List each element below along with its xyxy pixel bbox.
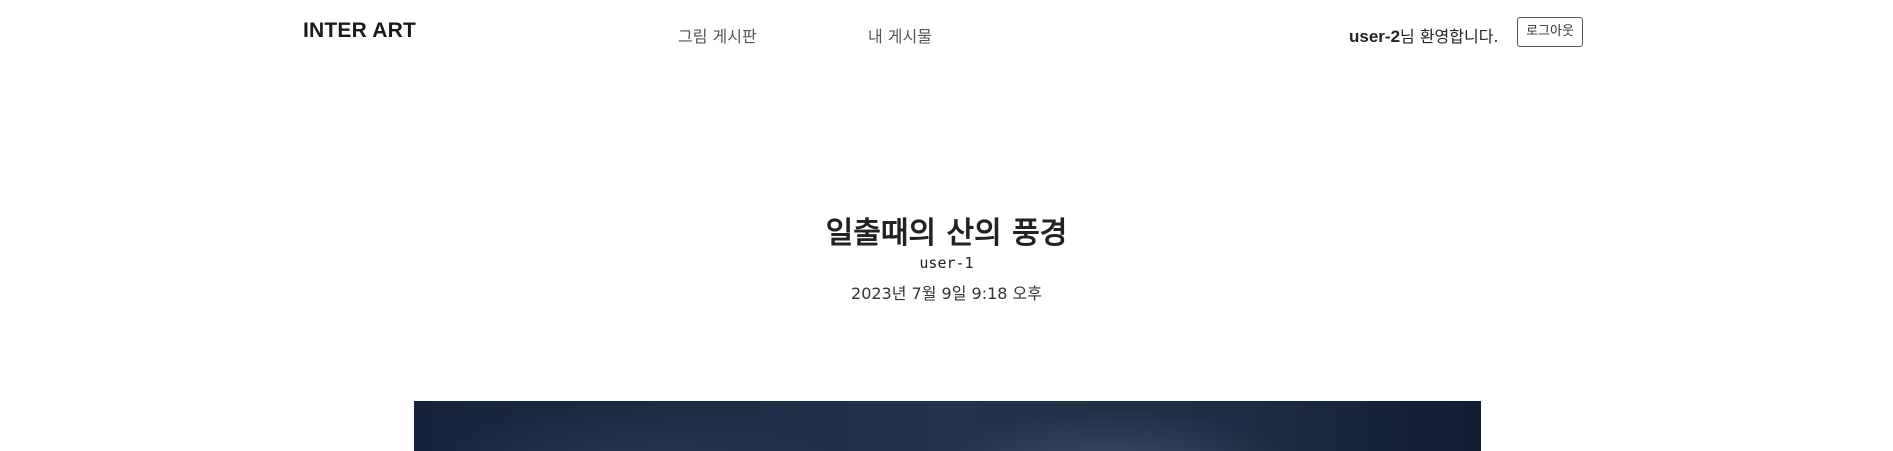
welcome-message: user-2님 환영합니다.: [1349, 23, 1499, 47]
artwork-image: [414, 401, 1481, 451]
logout-button[interactable]: 로그아웃: [1517, 17, 1583, 47]
post-date: 2023년 7월 9일 9:18 오후: [851, 284, 1042, 303]
site-header: INTER ART 그림 게시판 내 게시물 user-2님 환영합니다. 로그…: [0, 0, 1893, 66]
welcome-suffix: 님 환영합니다.: [1400, 27, 1499, 46]
nav-my-posts[interactable]: 내 게시물: [868, 23, 932, 47]
post-title: 일출때의 산의 풍경: [825, 216, 1068, 251]
site-logo[interactable]: INTER ART: [303, 19, 416, 43]
nav-gallery-board[interactable]: 그림 게시판: [678, 23, 757, 47]
post-author: user-1: [919, 254, 974, 272]
welcome-username: user-2: [1349, 27, 1401, 46]
